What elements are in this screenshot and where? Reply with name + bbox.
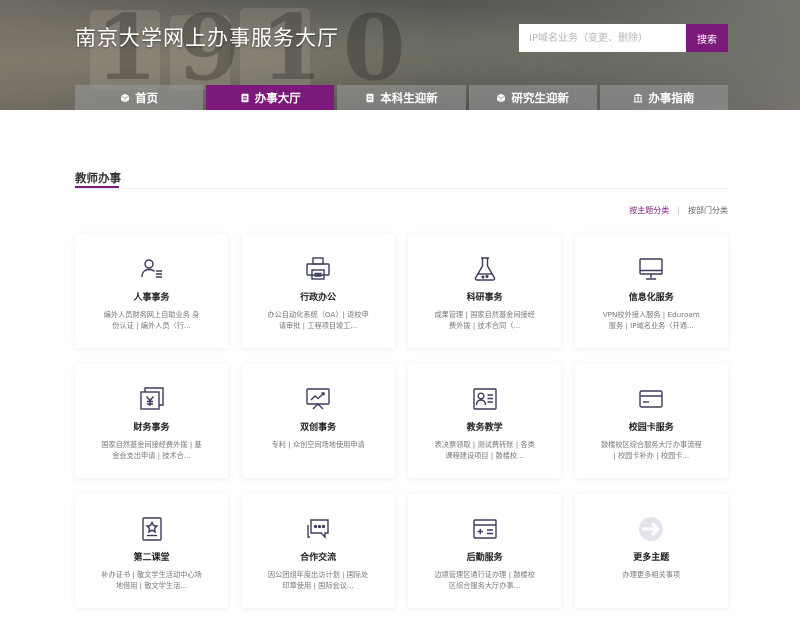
- topic-desc: VPN校外接入服务 | Eduroam服务 | IP域名业务（开通...: [602, 310, 700, 330]
- topic-desc: 补办证书 | 敬文学生活动中心场地借用 | 敬文学生活...: [101, 570, 202, 590]
- topic-name: 更多主题: [633, 553, 670, 563]
- topic-name: 信息化服务: [628, 293, 674, 303]
- topic-desc: 编外人员财务网上自助业务 身份认证 | 编外人员（行...: [103, 310, 200, 330]
- tab-label: 研究生迎新: [511, 90, 569, 105]
- topic-desc: 因公团组年度出访计划 | 国际处印章使用 | 国际会议...: [267, 570, 369, 590]
- tab-undergrad-welcome[interactable]: 本科生迎新: [337, 85, 466, 110]
- personnel-icon: [140, 259, 162, 278]
- arrow-right-icon: [639, 517, 664, 541]
- certificate-icon: [141, 517, 162, 541]
- tab-label: 本科生迎新: [380, 90, 438, 105]
- cube-icon: [497, 93, 506, 102]
- tab-service-hall[interactable]: 办事大厅: [206, 85, 335, 110]
- main-nav: 首页 办事大厅 本科生迎新 研究生迎新 办事指南: [75, 85, 729, 110]
- document-icon: [241, 93, 249, 102]
- cube-icon: [120, 93, 130, 102]
- tab-home[interactable]: 首页: [75, 85, 204, 110]
- section-title: 教师办事: [75, 171, 121, 185]
- logistics-icon: [472, 519, 497, 539]
- bank-icon: [633, 93, 643, 102]
- sort-by-topic-link[interactable]: 按主题分类: [629, 205, 669, 216]
- section-divider: [75, 188, 728, 189]
- card-icon: [639, 390, 663, 408]
- monitor-icon: [639, 258, 663, 280]
- topic-desc: 国家自然基金间接经费外拨 | 基金会支出申请 | 技术合...: [101, 440, 202, 460]
- topic-desc: 鼓楼校区综合服务大厅办事流程 | 校园卡补办 | 校园卡...: [600, 440, 702, 460]
- topic-card-personnel[interactable]: 人事事务 编外人员财务网上自助业务 身份认证 | 编外人员（行...: [75, 234, 228, 348]
- printer-icon: [306, 257, 330, 280]
- search-button[interactable]: 搜索: [686, 24, 728, 52]
- innovation-icon: [306, 388, 330, 410]
- topic-desc: 专利 | 众创空间场地使用申请: [271, 440, 365, 449]
- tab-label: 办事指南: [648, 90, 695, 105]
- topic-card-more[interactable]: 更多主题 办理更多相关事项: [574, 494, 728, 608]
- site-title: 南京大学网上办事服务大厅: [75, 26, 339, 50]
- topic-card-logistics[interactable]: 后勤服务 边境管理区通行证办理 | 鼓楼校区综合服务大厅办事...: [408, 494, 562, 608]
- tab-guide[interactable]: 办事指南: [599, 85, 729, 110]
- topic-grid: 人事事务 编外人员财务网上自助业务 身份认证 | 编外人员（行... 行政办公 …: [75, 234, 728, 608]
- topic-desc: 表决票领取 | 测试费转账 | 各类课程建设项目 | 鼓楼校...: [434, 440, 535, 460]
- topic-card-research[interactable]: 科研事务 成果管理 | 国家自然基金间接经费外拨 | 技术合同（...: [408, 234, 562, 348]
- topic-name: 财务事务: [133, 423, 170, 433]
- topic-name: 人事事务: [133, 293, 170, 303]
- sort-toggle: 按主题分类 | 按部门分类: [629, 205, 728, 216]
- topic-card-second-classroom[interactable]: 第二课堂 补办证书 | 敬文学生活动中心场地借用 | 敬文学生活...: [75, 494, 228, 608]
- teaching-icon: [472, 388, 497, 410]
- search-input[interactable]: [519, 24, 686, 52]
- topic-name: 第二课堂: [133, 553, 170, 563]
- document-icon: [366, 93, 374, 102]
- topic-name: 教务教学: [466, 423, 503, 433]
- topic-name: 校园卡服务: [628, 423, 674, 433]
- topic-desc: 成果管理 | 国家自然基金间接经费外拨 | 技术合同（...: [434, 310, 535, 330]
- topic-card-innovation[interactable]: 双创事务 专利 | 众创空间场地使用申请: [241, 364, 395, 478]
- topic-name: 双创事务: [300, 423, 337, 433]
- topic-desc: 办理更多相关事项: [622, 570, 681, 579]
- sort-separator: |: [677, 206, 680, 215]
- flask-icon: [474, 257, 495, 281]
- tab-grad-welcome[interactable]: 研究生迎新: [468, 85, 597, 110]
- topic-name: 科研事务: [466, 293, 503, 303]
- sort-by-dept-link[interactable]: 按部门分类: [688, 205, 728, 216]
- topic-card-finance[interactable]: 财务事务 国家自然基金间接经费外拨 | 基金会支出申请 | 技术合...: [75, 364, 228, 478]
- tab-label: 首页: [135, 90, 159, 105]
- topic-card-teaching[interactable]: 教务教学 表决票领取 | 测试费转账 | 各类课程建设项目 | 鼓楼校...: [408, 364, 562, 478]
- chat-icon: [307, 519, 329, 539]
- topic-card-it-service[interactable]: 信息化服务 VPN校外接入服务 | Eduroam服务 | IP域名业务（开通.…: [574, 234, 728, 348]
- topic-name: 后勤服务: [466, 553, 503, 563]
- section-underline: [75, 186, 119, 188]
- topic-name: 合作交流: [300, 553, 337, 563]
- topic-desc: 边境管理区通行证办理 | 鼓楼校区综合服务大厅办事...: [434, 570, 535, 590]
- topic-card-campus-card[interactable]: 校园卡服务 鼓楼校区综合服务大厅办事流程 | 校园卡补办 | 校园卡...: [574, 364, 728, 478]
- tab-label: 办事大厅: [254, 90, 301, 105]
- topic-name: 行政办公: [300, 293, 337, 303]
- topic-desc: 办公自动化系统（OA）| 返校申请审批 | 工程项目竣工...: [267, 310, 369, 330]
- finance-icon: [139, 387, 164, 410]
- topic-card-admin[interactable]: 行政办公 办公自动化系统（OA）| 返校申请审批 | 工程项目竣工...: [241, 234, 395, 348]
- topic-card-cooperation[interactable]: 合作交流 因公团组年度出访计划 | 国际处印章使用 | 国际会议...: [241, 494, 395, 608]
